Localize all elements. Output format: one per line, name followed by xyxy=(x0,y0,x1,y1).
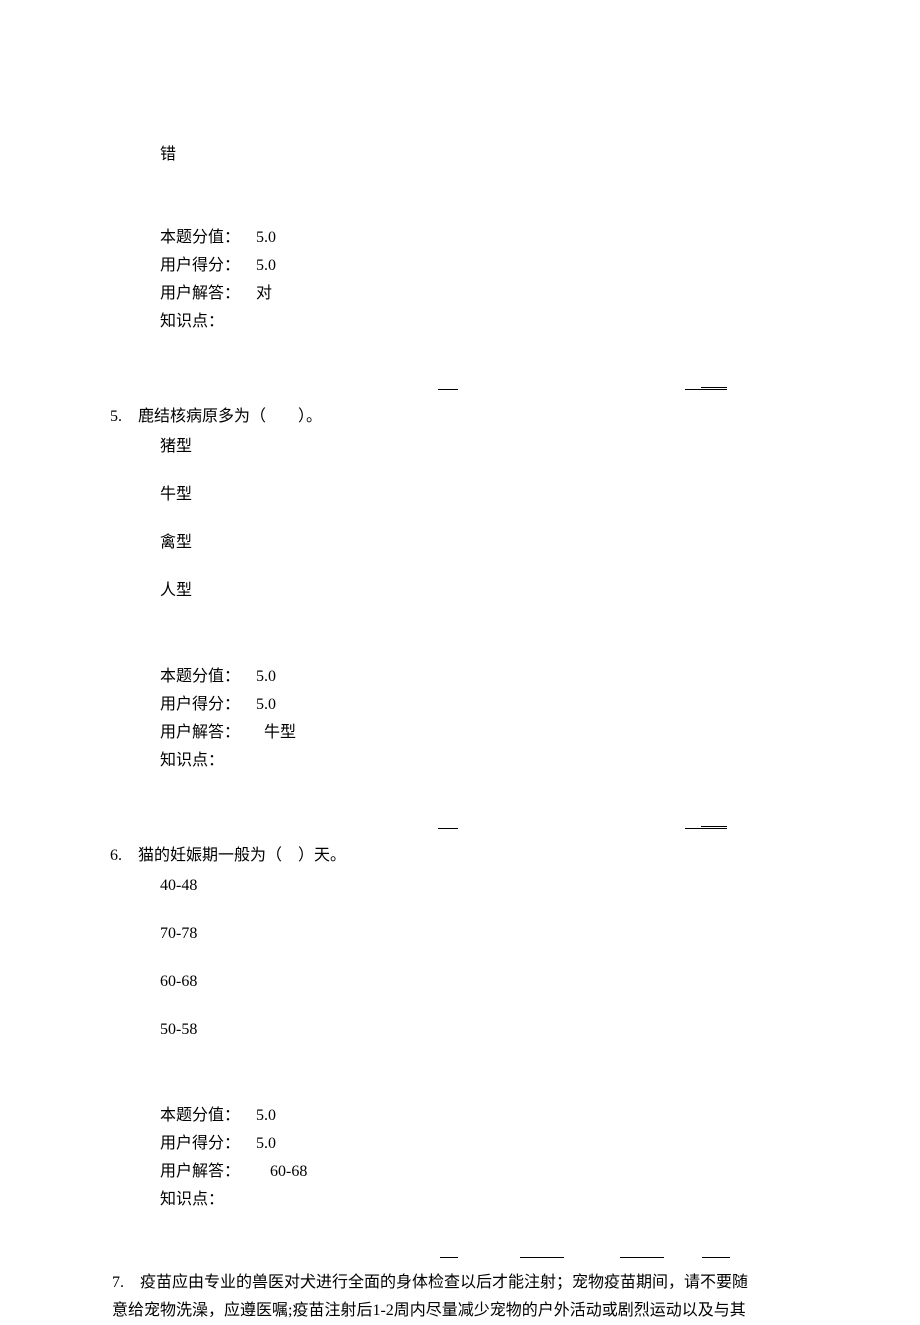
q5-number: 5. xyxy=(110,403,138,431)
score-value: 5.0 xyxy=(256,224,276,252)
q5-option-1: 猪型 xyxy=(110,433,810,461)
q5-option-4: 人型 xyxy=(110,577,810,605)
q7-line2: 意给宠物洗澡，应遵医嘱;疫苗注射后1-2周内尽量减少宠物的户外活动或剧烈运动以及… xyxy=(112,1297,810,1325)
q6-option-3: 60-68 xyxy=(110,968,810,996)
score-value: 5.0 xyxy=(256,663,276,691)
q5-question: 5. 鹿结核病原多为（ ）。 xyxy=(110,403,810,431)
score-label-value: 本题分值： xyxy=(160,663,256,691)
score-label-value: 本题分值： xyxy=(160,224,256,252)
q6-score-block: 本题分值： 5.0 用户得分： 5.0 用户解答： 60-68 知识点： xyxy=(110,1102,810,1214)
separator-line xyxy=(110,820,810,838)
q6-option-2: 70-78 xyxy=(110,920,810,948)
q5-score-block: 本题分值： 5.0 用户得分： 5.0 用户解答： 牛型 知识点： xyxy=(110,663,810,775)
score-label-value: 本题分值： xyxy=(160,1102,256,1130)
q6-question: 6. 猫的妊娠期一般为（ ）天。 xyxy=(110,842,810,870)
score-user-score: 5.0 xyxy=(256,252,276,280)
score-user-answer: 牛型 xyxy=(256,719,296,747)
score-label-user-score: 用户得分： xyxy=(160,691,256,719)
score-label-knowledge: 知识点： xyxy=(160,1186,256,1214)
q5-option-2: 牛型 xyxy=(110,481,810,509)
score-label-user-answer: 用户解答： xyxy=(160,719,256,747)
score-label-knowledge: 知识点： xyxy=(160,747,256,775)
q7-line1: 疫苗应由专业的兽医对犬进行全面的身体检查以后才能注射；宠物疫苗期间，请不要随 xyxy=(140,1269,748,1297)
score-label-user-answer: 用户解答： xyxy=(160,280,256,308)
score-user-score: 5.0 xyxy=(256,1130,276,1158)
q5-text: 鹿结核病原多为（ ）。 xyxy=(138,403,810,431)
score-user-score: 5.0 xyxy=(256,691,276,719)
q7-number: 7. xyxy=(112,1269,140,1297)
score-label-knowledge: 知识点： xyxy=(160,308,256,336)
score-value: 5.0 xyxy=(256,1102,276,1130)
score-label-user-score: 用户得分： xyxy=(160,1130,256,1158)
score-user-answer: 60-68 xyxy=(256,1158,307,1186)
q4-score-block: 本题分值： 5.0 用户得分： 5.0 用户解答： 对 知识点： xyxy=(110,224,810,336)
q6-number: 6. xyxy=(110,842,138,870)
score-user-answer: 对 xyxy=(256,280,272,308)
separator-line xyxy=(110,1249,810,1265)
separator-line xyxy=(110,381,810,399)
q6-text: 猫的妊娠期一般为（ ）天。 xyxy=(138,842,810,870)
q6-option-4: 50-58 xyxy=(110,1016,810,1044)
score-label-user-answer: 用户解答： xyxy=(160,1158,256,1186)
q4-answer-option: 错 xyxy=(110,140,810,164)
score-label-user-score: 用户得分： xyxy=(160,252,256,280)
q6-option-1: 40-48 xyxy=(110,872,810,900)
q5-option-3: 禽型 xyxy=(110,529,810,557)
q7-question: 7. 疫苗应由专业的兽医对犬进行全面的身体检查以后才能注射；宠物疫苗期间，请不要… xyxy=(110,1269,810,1325)
